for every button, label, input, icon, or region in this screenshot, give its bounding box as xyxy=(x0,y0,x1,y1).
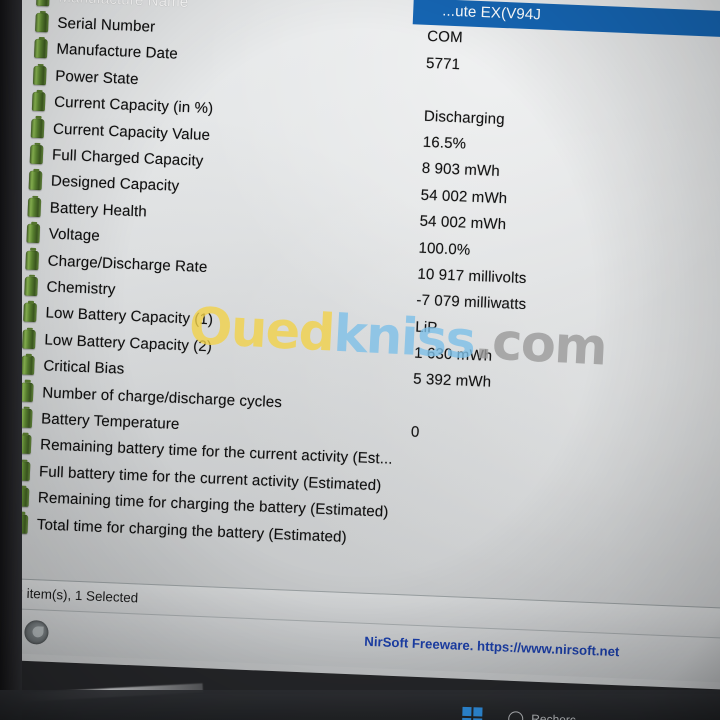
property-value: 100.0% xyxy=(418,239,471,259)
property-name: Battery Health xyxy=(49,199,148,221)
battery-icon xyxy=(30,118,45,138)
battery-icon xyxy=(27,197,42,217)
battery-icon xyxy=(26,223,41,244)
battery-icon xyxy=(29,144,44,165)
property-name: Manufacture Date xyxy=(56,41,179,64)
property-value: 54 002 mWh xyxy=(420,186,508,207)
property-value: 5771 xyxy=(425,54,461,73)
battery-icon xyxy=(24,276,39,297)
battery-icon xyxy=(23,302,37,323)
property-name: Critical Bias xyxy=(43,357,125,378)
property-value: 5 392 mWh xyxy=(412,371,492,392)
battery-icon xyxy=(35,12,49,33)
property-name: Battery Temperature xyxy=(40,410,180,433)
search-icon xyxy=(508,710,524,720)
property-value: 10 917 millivolts xyxy=(417,265,527,288)
photo-of-laptop-screen: Manufacture Name...ute EX(V94JSerial Num… xyxy=(0,0,720,720)
property-name: Chemistry xyxy=(46,278,116,299)
property-name: Charge/Discharge Rate xyxy=(47,252,208,276)
property-name: Manufacture Name xyxy=(58,0,189,11)
battery-icon xyxy=(28,171,43,191)
property-name: Current Capacity Value xyxy=(52,120,211,144)
battery-icon xyxy=(25,250,40,270)
status-bar-text: 22 item(s), 1 Selected xyxy=(7,585,139,606)
property-value: 0 xyxy=(410,423,420,442)
battery-icon xyxy=(36,0,50,7)
property-name: Current Capacity (in %) xyxy=(53,93,214,118)
loading-spinner-icon xyxy=(23,619,49,645)
property-value: 54 002 mWh xyxy=(419,212,507,234)
battery-properties-list[interactable]: Manufacture Name...ute EX(V94JSerial Num… xyxy=(8,0,720,566)
property-name: Voltage xyxy=(48,225,101,245)
property-name: Full Charged Capacity xyxy=(51,146,204,170)
property-value: 16.5% xyxy=(422,133,467,153)
watermark-part-2: kniss xyxy=(332,304,476,371)
battery-icon xyxy=(22,329,36,349)
watermark-part-1: Oued xyxy=(187,297,336,364)
property-value: 8 903 mWh xyxy=(421,160,501,181)
battery-icon xyxy=(32,65,47,86)
screen-bezel-left xyxy=(0,0,22,720)
laptop-screen: Manufacture Name...ute EX(V94JSerial Num… xyxy=(0,0,720,691)
windows-start-icon[interactable] xyxy=(461,706,483,720)
taskbar-search-box[interactable]: Recherc xyxy=(508,707,576,720)
property-name: Power State xyxy=(54,67,139,88)
nirsoft-website-link[interactable]: NirSoft Freeware. https://www.nirsoft.ne… xyxy=(364,634,620,659)
property-name: Designed Capacity xyxy=(50,172,180,196)
watermark-part-3: .com xyxy=(472,311,608,378)
battery-icon xyxy=(33,39,48,59)
property-name: Serial Number xyxy=(57,14,156,36)
battery-icon xyxy=(21,355,35,376)
property-value: COM xyxy=(426,28,464,47)
taskbar-search-label: Recherc xyxy=(531,711,577,720)
windows-taskbar[interactable]: Recherc xyxy=(0,690,720,720)
property-value: Discharging xyxy=(423,107,506,128)
battery-icon xyxy=(31,91,46,112)
